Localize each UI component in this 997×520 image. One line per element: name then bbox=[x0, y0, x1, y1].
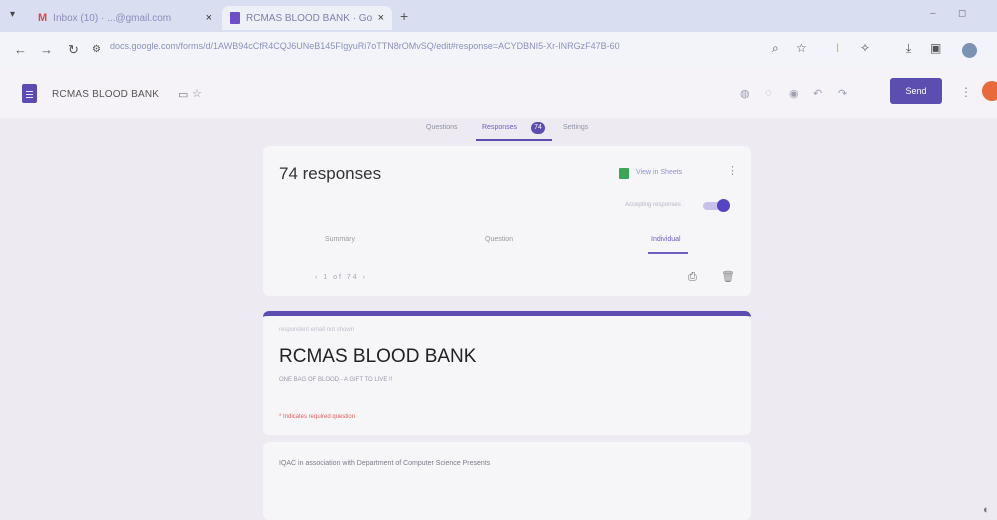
delete-icon[interactable]: 🗑 bbox=[721, 270, 735, 283]
avatar[interactable] bbox=[982, 81, 997, 101]
form-tabs: Questions Responses 74 Settings bbox=[0, 118, 997, 142]
redo-icon[interactable]: ↷ bbox=[838, 87, 847, 100]
form-header-card: respondent email not shown RCMAS BLOOD B… bbox=[263, 311, 751, 435]
tab-settings[interactable]: Settings bbox=[563, 124, 588, 131]
password-key-icon[interactable]: ǀ bbox=[836, 41, 839, 55]
active-tab-indicator bbox=[476, 139, 552, 141]
extensions-icon[interactable]: ✧ bbox=[860, 41, 870, 55]
tab-responses[interactable]: Responses bbox=[482, 124, 517, 131]
responses-menu-icon[interactable]: ⋮ bbox=[727, 164, 738, 177]
responses-summary-card: 74 responses View in Sheets ⋮ Accepting … bbox=[263, 146, 751, 296]
tab-summary[interactable]: Summary bbox=[325, 236, 355, 243]
tab-search-chevron-icon[interactable]: ▾ bbox=[10, 9, 15, 20]
toggle-knob[interactable] bbox=[717, 199, 730, 212]
responses-count-title: 74 responses bbox=[279, 164, 382, 183]
browser-tab-strip: ▾ M Inbox (10) · ...@gmail.com × RCMAS B… bbox=[0, 0, 997, 32]
response-pager[interactable]: ‹ 1 of 74 › bbox=[315, 274, 367, 281]
new-tab-icon[interactable]: + bbox=[400, 8, 408, 24]
tab-questions[interactable]: Questions bbox=[426, 124, 458, 131]
download-icon[interactable]: ⤓ bbox=[906, 41, 911, 56]
tab-individual[interactable]: Individual bbox=[651, 236, 681, 243]
gmail-icon: M bbox=[38, 12, 48, 24]
move-folder-icon[interactable]: ▭ bbox=[178, 88, 188, 101]
site-info-icon[interactable]: ⚙ bbox=[92, 44, 101, 55]
tab-title: Inbox (10) · ...@gmail.com bbox=[53, 12, 172, 24]
star-icon[interactable]: ☆ bbox=[192, 87, 202, 100]
forms-logo-icon[interactable] bbox=[22, 84, 37, 103]
close-tab-icon[interactable]: × bbox=[378, 12, 384, 24]
form-title: RCMAS BLOOD BANK bbox=[279, 346, 477, 367]
accepting-responses-label: Accepting responses bbox=[625, 202, 681, 208]
profile-icon[interactable] bbox=[962, 43, 977, 58]
section-card: IQAC in association with Department of C… bbox=[263, 442, 751, 520]
reload-icon[interactable]: ↻ bbox=[68, 42, 79, 58]
print-icon[interactable]: ⎙ bbox=[688, 271, 697, 284]
email-label: respondent email not shown bbox=[279, 327, 355, 333]
browser-tab-forms[interactable]: RCMAS BLOOD BANK · Goog × bbox=[222, 6, 392, 30]
forward-icon[interactable]: → bbox=[40, 42, 53, 57]
responses-count-badge: 74 bbox=[531, 122, 545, 134]
more-options-icon[interactable]: ⋮ bbox=[960, 85, 972, 99]
side-panel-icon[interactable]: ▣ bbox=[930, 41, 941, 55]
section-text: IQAC in association with Department of C… bbox=[279, 460, 491, 467]
close-tab-icon[interactable]: × bbox=[206, 12, 212, 24]
browser-tab-gmail[interactable]: M Inbox (10) · ...@gmail.com × bbox=[30, 6, 220, 30]
tab-question[interactable]: Question bbox=[485, 236, 513, 243]
send-button[interactable]: Send bbox=[890, 78, 942, 104]
addon-icon[interactable]: ◌ bbox=[765, 87, 772, 99]
document-title[interactable]: RCMAS BLOOD BANK bbox=[52, 89, 159, 100]
forms-header: RCMAS BLOOD BANK ▭ ☆ ◍ ◌ ◉ ↶ ↷ Send ⋮ bbox=[0, 68, 997, 118]
browser-toolbar: ← → ↻ ⚙ docs.google.com/forms/d/1AWB94cC… bbox=[0, 32, 997, 68]
required-question-note: * Indicates required question bbox=[279, 414, 356, 420]
help-icon[interactable]: ◐ bbox=[983, 504, 990, 516]
address-bar[interactable]: docs.google.com/forms/d/1AWB94cCfR4CQJ6U… bbox=[110, 41, 760, 51]
minimize-icon[interactable]: – bbox=[930, 8, 936, 19]
undo-icon[interactable]: ↶ bbox=[813, 87, 822, 100]
bookmark-star-icon[interactable]: ☆ bbox=[796, 41, 807, 55]
back-icon[interactable]: ← bbox=[14, 42, 27, 57]
sheets-icon[interactable] bbox=[619, 168, 629, 179]
customize-theme-icon[interactable]: ◍ bbox=[740, 87, 750, 100]
preview-eye-icon[interactable]: ◉ bbox=[789, 87, 799, 100]
tab-title: RCMAS BLOOD BANK · Goog bbox=[246, 12, 372, 24]
view-in-sheets-link[interactable]: View in Sheets bbox=[636, 169, 682, 176]
zoom-icon[interactable]: ⌕ bbox=[772, 41, 779, 56]
forms-icon bbox=[230, 12, 240, 24]
form-description: ONE BAG OF BLOOD - A GIFT TO LIVE !! bbox=[279, 377, 393, 383]
maximize-icon[interactable]: ◻ bbox=[958, 8, 966, 19]
active-subtab-indicator bbox=[648, 252, 688, 254]
